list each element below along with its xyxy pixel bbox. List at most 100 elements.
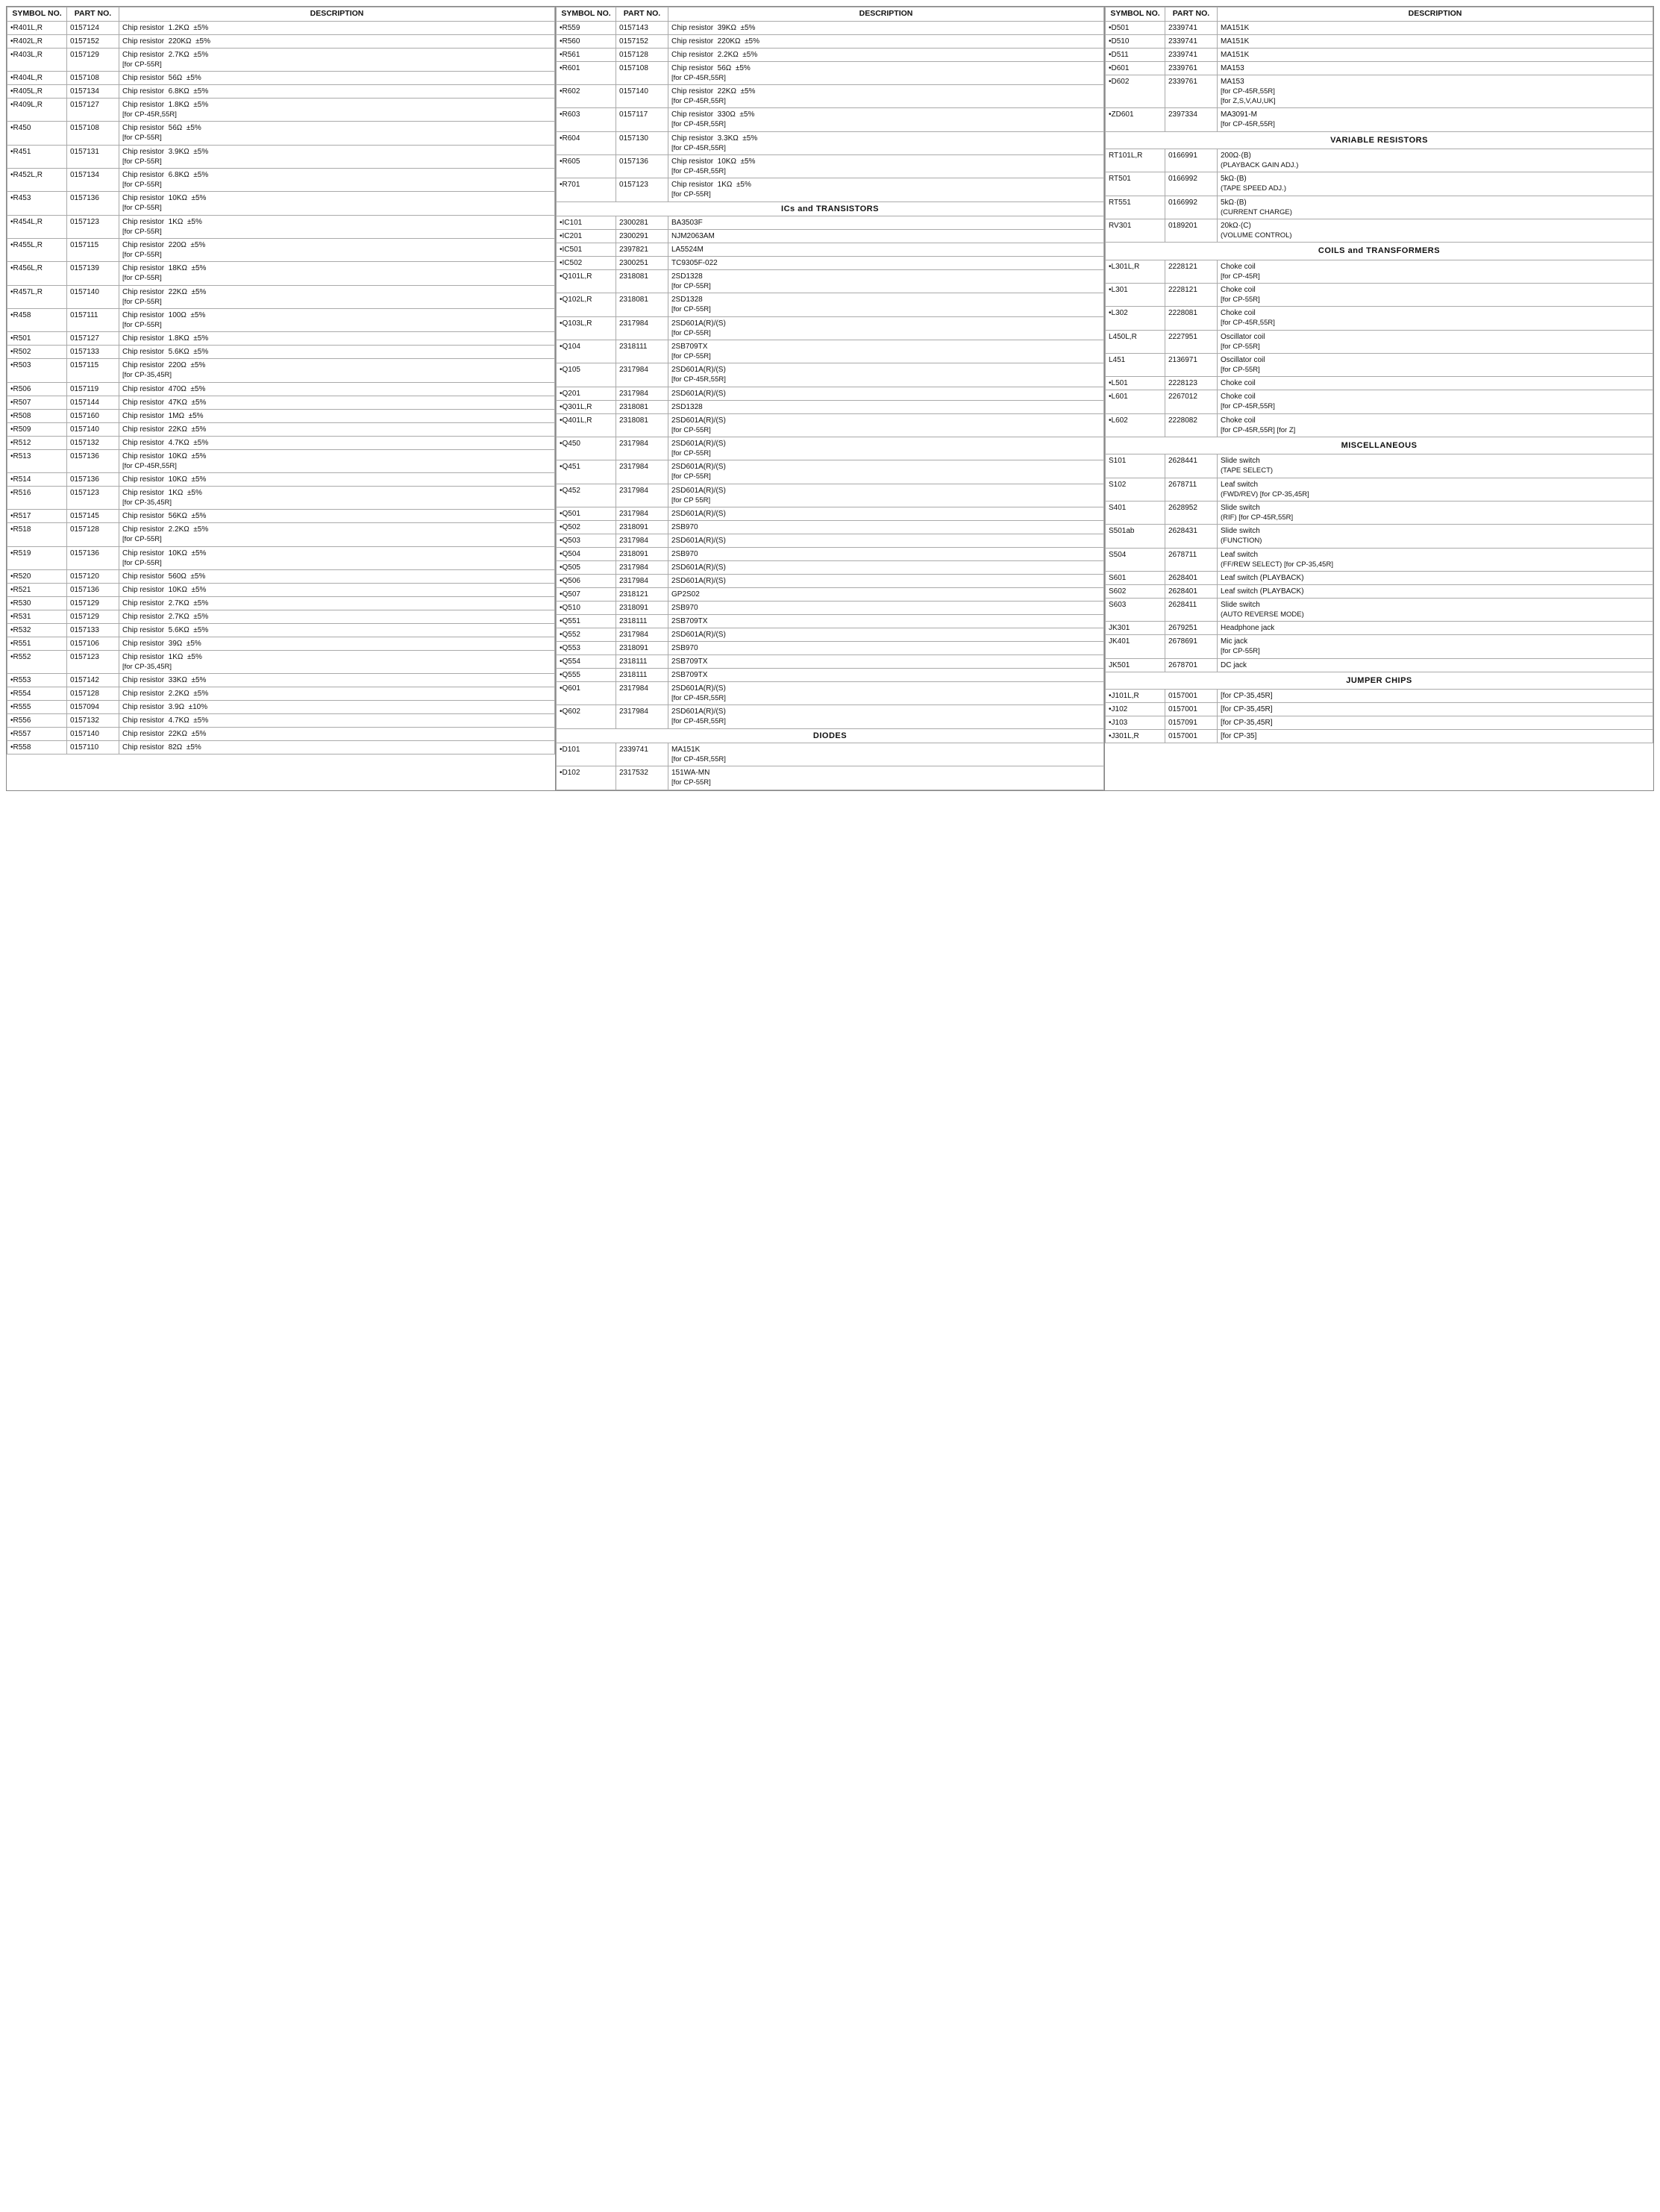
table-row: •Q103L,R23179842SD601A(R)/(S)[for CP-55R… [557,316,1104,340]
table-row: •Q401L,R23180812SD601A(R)/(S)[for CP-55R… [557,413,1104,437]
table-row: •R5140157136Chip resistor 10KΩ ±5% [7,473,555,487]
part-cell: 2300291 [616,230,668,243]
desc-cell: 2SD1328 [668,400,1104,413]
part-cell: 2318091 [616,521,668,534]
part-cell: 0157140 [67,285,119,308]
part-cell: 2318091 [616,642,668,655]
symbol-cell: •R403L,R [7,48,67,71]
desc-cell: Chip resistor 470Ω ±5% [119,382,555,396]
table-row: •R5090157140Chip resistor 22KΩ ±5% [7,422,555,436]
table-row: •J101L,R0157001[for CP-35,45R] [1106,690,1653,703]
table-row: •R5580157110Chip resistor 82Ω ±5% [7,741,555,754]
desc-cell: Chip resistor 3.9KΩ ±5%[for CP-55R] [119,145,555,168]
part-cell: 0166992 [1165,172,1218,196]
desc-cell: Chip resistor 22KΩ ±5%[for CP-55R] [119,285,555,308]
table-row: •Q45223179842SD601A(R)/(S)[for CP 55R] [557,484,1104,507]
misc-section-header-row: MISCELLANEOUS [1106,437,1653,454]
col2-part-header: PART NO. [616,7,668,22]
desc-cell: Chip resistor 56Ω ±5%[for CP-55R] [119,122,555,145]
table-row: •IC5012397821LA5524M [557,243,1104,257]
symbol-cell: S603 [1106,599,1165,622]
col2-desc-header: DESCRIPTION [668,7,1104,22]
part-cell: 2318111 [616,340,668,363]
desc-cell: 2SD601A(R)/(S) [668,534,1104,548]
symbol-cell: •ZD601 [1106,108,1165,131]
table-row: S6032628411Slide switch(AUTO REVERSE MOD… [1106,599,1653,622]
desc-cell: Slide switch(RIF) [for CP-45R,55R] [1218,502,1653,525]
part-cell: 2317984 [616,460,668,484]
symbol-cell: RT101L,R [1106,149,1165,172]
part-cell: 0166991 [1165,149,1218,172]
table-row: •R4510157131Chip resistor 3.9KΩ ±5%[for … [7,145,555,168]
part-cell: 0157133 [67,624,119,637]
desc-cell: Chip resistor 10KΩ ±5%[for CP-45R,55R] [668,155,1104,178]
desc-cell: 2SD601A(R)/(S)[for CP-55R] [668,437,1104,460]
part-cell: 0157129 [67,597,119,610]
symbol-cell: JK501 [1106,658,1165,672]
table-row: •Q55323180912SB970 [557,642,1104,655]
table-row: •L6012267012Choke coil[for CP-45R,55R] [1106,390,1653,413]
part-cell: 2318121 [616,588,668,602]
part-cell: 0157131 [67,145,119,168]
symbol-cell: •R557 [7,728,67,741]
desc-cell: GP2S02 [668,588,1104,602]
desc-cell: BA3503F [668,216,1104,230]
table-row: •Q10423181112SB709TX[for CP-55R] [557,340,1104,363]
symbol-cell: •Q503 [557,534,616,548]
table-row: •R5310157129Chip resistor 2.7KΩ ±5% [7,610,555,624]
col3-part-header: PART NO. [1165,7,1218,22]
table-row: •D5112339741MA151K [1106,48,1653,61]
symbol-cell: JK301 [1106,622,1165,635]
table-row: •D6022339761MA153[for CP-45R,55R][for Z,… [1106,75,1653,108]
desc-cell: Chip resistor 1.8KΩ ±5% [119,332,555,346]
desc-cell: 5kΩ·(B)(TAPE SPEED ADJ.) [1218,172,1653,196]
table-row: •R6010157108Chip resistor 56Ω ±5%[for CP… [557,61,1104,84]
desc-cell: Leaf switch(FWD/REV) [for CP-35,45R] [1218,478,1653,501]
desc-cell: Chip resistor 22KΩ ±5%[for CP-45R,55R] [668,84,1104,107]
desc-cell: 2SD601A(R)/(S) [668,387,1104,400]
col2-body: •R5590157143Chip resistor 39KΩ ±5%•R5600… [557,21,1104,790]
symbol-cell: •Q506 [557,575,616,588]
symbol-cell: •R501 [7,332,67,346]
part-cell: 0157136 [67,584,119,597]
part-cell: 2318091 [616,548,668,561]
table-row: •R402L,R0157152Chip resistor 220KΩ ±5% [7,34,555,48]
part-cell: 2317984 [616,507,668,521]
table-row: •Q55423181112SB709TX [557,655,1104,669]
part-cell: 0157152 [616,34,668,48]
symbol-cell: •D101 [557,743,616,766]
symbol-cell: JK401 [1106,635,1165,658]
symbol-cell: •R457L,R [7,285,67,308]
symbol-cell: •R558 [7,741,67,754]
table-row: •IC5022300251TC9305F-022 [557,257,1104,270]
desc-cell: Chip resistor 1.2KΩ ±5% [119,21,555,34]
desc-cell: Chip resistor 220Ω ±5%[for CP-35,45R] [119,359,555,382]
table-row: L450L,R2227951Oscillator coil[for CP-55R… [1106,330,1653,353]
desc-cell: [for CP-35,45R] [1218,716,1653,730]
part-cell: 2628952 [1165,502,1218,525]
desc-cell: [for CP-35] [1218,730,1653,743]
symbol-cell: •R502 [7,346,67,359]
part-cell: 2397334 [1165,108,1218,131]
table-row: •L5012228123Choke coil [1106,377,1653,390]
symbol-cell: •R519 [7,546,67,569]
col3-table: SYMBOL NO. PART NO. DESCRIPTION •D501233… [1105,7,1653,743]
part-cell: 0157108 [67,122,119,145]
table-row: •Q50623179842SD601A(R)/(S) [557,575,1104,588]
desc-cell: Oscillator coil[for CP-55R] [1218,330,1653,353]
desc-cell: 2SD601A(R)/(S)[for CP-55R] [668,316,1104,340]
part-cell: 0157127 [67,332,119,346]
jumper-section-header-row: JUMPER CHIPS [1106,672,1653,689]
table-row: •R5180157128Chip resistor 2.2KΩ ±5%[for … [7,523,555,546]
symbol-cell: •L302 [1106,307,1165,330]
table-row: •IC2012300291NJM2063AM [557,230,1104,243]
table-row: RT50101669925kΩ·(B)(TAPE SPEED ADJ.) [1106,172,1653,196]
desc-cell: 2SD601A(R)/(S)[for CP 55R] [668,484,1104,507]
desc-cell: Leaf switch (PLAYBACK) [1218,572,1653,585]
table-row: •R5010157127Chip resistor 1.8KΩ ±5% [7,332,555,346]
part-cell: 0157132 [67,436,119,449]
desc-cell: Choke coil [1218,377,1653,390]
symbol-cell: •R516 [7,487,67,510]
table-row: RT55101669925kΩ·(B)(CURRENT CHARGE) [1106,196,1653,219]
desc-cell: 2SB970 [668,602,1104,615]
